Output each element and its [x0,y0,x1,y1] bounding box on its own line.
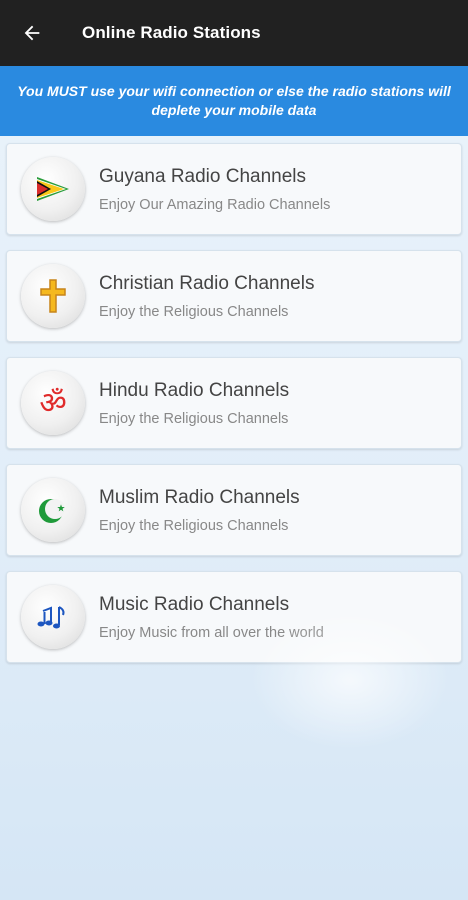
channel-title: Christian Radio Channels [99,272,315,294]
channel-icon-container [21,585,85,649]
svg-text:ॐ: ॐ [39,386,66,421]
channel-subtitle: Enjoy the Religious Channels [99,303,289,320]
channel-title: Guyana Radio Channels [99,165,307,187]
back-button[interactable] [0,0,64,66]
channel-item-muslim[interactable]: Muslim Radio Channels Enjoy the Religiou… [6,464,462,556]
channel-title: Muslim Radio Channels [99,486,300,508]
cross-icon [40,279,66,313]
om-icon: ॐ [39,386,66,421]
app-bar: Online Radio Stations [0,0,468,66]
channel-item-guyana[interactable]: Guyana Radio Channels Enjoy Our Amazing … [6,143,462,235]
channel-subtitle: Enjoy the Religious Channels [99,517,289,534]
background-map-graphic [250,610,450,750]
crescent-star-icon [39,499,65,523]
guyana-flag-icon [37,177,69,201]
channel-title: Hindu Radio Channels [99,379,290,401]
music-notes-icon [37,606,65,629]
channel-icon-container [21,157,85,221]
wifi-warning-banner: You MUST use your wifi connection or els… [0,66,468,136]
channel-list: Guyana Radio Channels Enjoy Our Amazing … [0,136,468,663]
channel-item-christian[interactable]: Christian Radio Channels Enjoy the Relig… [6,250,462,342]
channel-item-hindu[interactable]: ॐ Hindu Radio Channels Enjoy the Religio… [6,357,462,449]
page-title: Online Radio Stations [82,23,261,42]
channel-icon-container: ॐ [21,371,85,435]
channel-subtitle: Enjoy the Religious Channels [99,410,289,427]
channel-icon-container [21,264,85,328]
arrow-left-icon [24,25,40,41]
channel-subtitle: Enjoy Our Amazing Radio Channels [99,196,331,213]
channel-icon-container [21,478,85,542]
channel-title: Music Radio Channels [99,593,290,615]
